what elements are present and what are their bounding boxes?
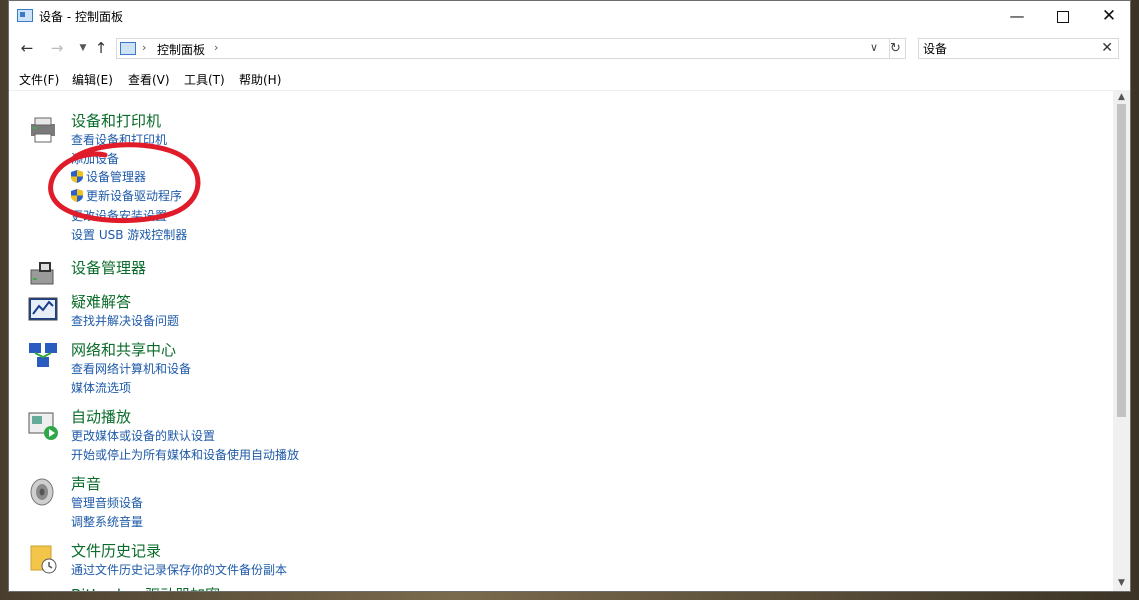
search-box[interactable]: ✕ [918, 38, 1119, 59]
link-update-driver[interactable]: 更新设备驱动程序 [71, 187, 182, 204]
link-update-driver-label: 更新设备驱动程序 [86, 189, 183, 203]
link-start-stop-autoplay[interactable]: 开始或停止为所有媒体和设备使用自动播放 [71, 446, 299, 463]
breadcrumb-control-panel[interactable]: 控制面板 [157, 41, 205, 58]
category-title-autoplay[interactable]: 自动播放 [71, 406, 131, 427]
link-change-media-defaults[interactable]: 更改媒体或设备的默认设置 [71, 427, 215, 444]
scrollbar-thumb[interactable] [1117, 104, 1126, 417]
troubleshoot-icon [28, 297, 58, 321]
maximize-icon [1057, 10, 1069, 23]
category-title-devices-printers[interactable]: 设备和打印机 [71, 110, 161, 131]
device-manager-icon [30, 262, 54, 285]
category-title-file-history[interactable]: 文件历史记录 [71, 540, 161, 561]
link-manage-audio-devices[interactable]: 管理音频设备 [71, 494, 143, 511]
link-adjust-system-volume[interactable]: 调整系统音量 [71, 513, 143, 530]
speaker-icon [30, 478, 54, 506]
category-title-device-manager[interactable]: 设备管理器 [71, 257, 146, 278]
control-panel-icon [120, 42, 136, 55]
file-history-icon [30, 545, 57, 574]
refresh-button[interactable]: ↻ [886, 38, 906, 59]
link-device-install-settings[interactable]: 更改设备安装设置 [71, 207, 167, 224]
category-title-network-sharing[interactable]: 网络和共享中心 [71, 339, 176, 360]
clear-search-icon[interactable]: ✕ [1101, 40, 1113, 56]
link-device-manager[interactable]: 设备管理器 [71, 168, 146, 185]
title-bar: 设备 - 控制面板 — ✕ [9, 1, 1130, 32]
forward-arrow-icon[interactable]: → [47, 38, 67, 58]
chevron-right-icon[interactable]: › [142, 41, 146, 54]
printer-icon [31, 117, 55, 143]
link-find-fix-device-problems[interactable]: 查找并解决设备问题 [71, 312, 179, 329]
vertical-scrollbar[interactable]: ▲ ▼ [1113, 90, 1130, 591]
back-arrow-icon[interactable]: ← [17, 38, 37, 58]
minimize-button[interactable]: — [994, 1, 1040, 31]
network-icon [29, 343, 57, 367]
window-title: 设备 - 控制面板 [39, 10, 123, 24]
link-view-network-computers[interactable]: 查看网络计算机和设备 [71, 360, 191, 377]
address-bar[interactable]: › 控制面板 › ∨ [116, 38, 890, 59]
close-button[interactable]: ✕ [1086, 1, 1130, 31]
chevron-right-icon[interactable]: › [214, 41, 218, 54]
link-usb-game-controllers[interactable]: 设置 USB 游戏控制器 [71, 226, 187, 243]
recent-locations-chevron-icon[interactable]: ▼ [73, 38, 93, 58]
control-panel-window: 设备 - 控制面板 — ✕ ← → ▼ ↑ › 控制面板 › ∨ ↻ ✕ 文件(… [8, 0, 1131, 592]
link-add-device[interactable]: 添加设备 [71, 150, 119, 167]
link-view-devices-printers[interactable]: 查看设备和打印机 [71, 131, 167, 148]
autoplay-icon [28, 412, 58, 440]
up-arrow-icon[interactable]: ↑ [91, 38, 111, 58]
menu-help[interactable]: 帮助(H) [239, 71, 281, 88]
link-media-streaming-options[interactable]: 媒体流选项 [71, 379, 131, 396]
scroll-down-arrow-icon[interactable]: ▼ [1113, 578, 1130, 588]
menu-edit[interactable]: 编辑(E) [72, 71, 113, 88]
maximize-button[interactable] [1040, 1, 1086, 31]
category-title-troubleshooting[interactable]: 疑难解答 [71, 291, 131, 312]
link-file-history-backup[interactable]: 通过文件历史记录保存你的文件备份副本 [71, 561, 287, 578]
menu-bar: 文件(F) 编辑(E) 查看(V) 工具(T) 帮助(H) [9, 64, 1130, 91]
scroll-up-arrow-icon[interactable]: ▲ [1113, 92, 1130, 102]
menu-file[interactable]: 文件(F) [19, 71, 59, 88]
menu-view[interactable]: 查看(V) [128, 71, 170, 88]
category-title-partial[interactable]: BitLocker 驱动器加密 [71, 584, 220, 591]
control-panel-icon [17, 9, 33, 22]
uac-shield-icon [71, 189, 83, 202]
menu-tools[interactable]: 工具(T) [184, 71, 225, 88]
address-dropdown-chevron-icon[interactable]: ∨ [870, 41, 878, 54]
uac-shield-icon [71, 170, 83, 183]
search-input[interactable] [923, 40, 1093, 57]
category-title-sound[interactable]: 声音 [71, 473, 101, 494]
link-device-manager-label: 设备管理器 [86, 170, 147, 184]
navigation-bar: ← → ▼ ↑ › 控制面板 › ∨ ↻ ✕ [9, 32, 1130, 64]
